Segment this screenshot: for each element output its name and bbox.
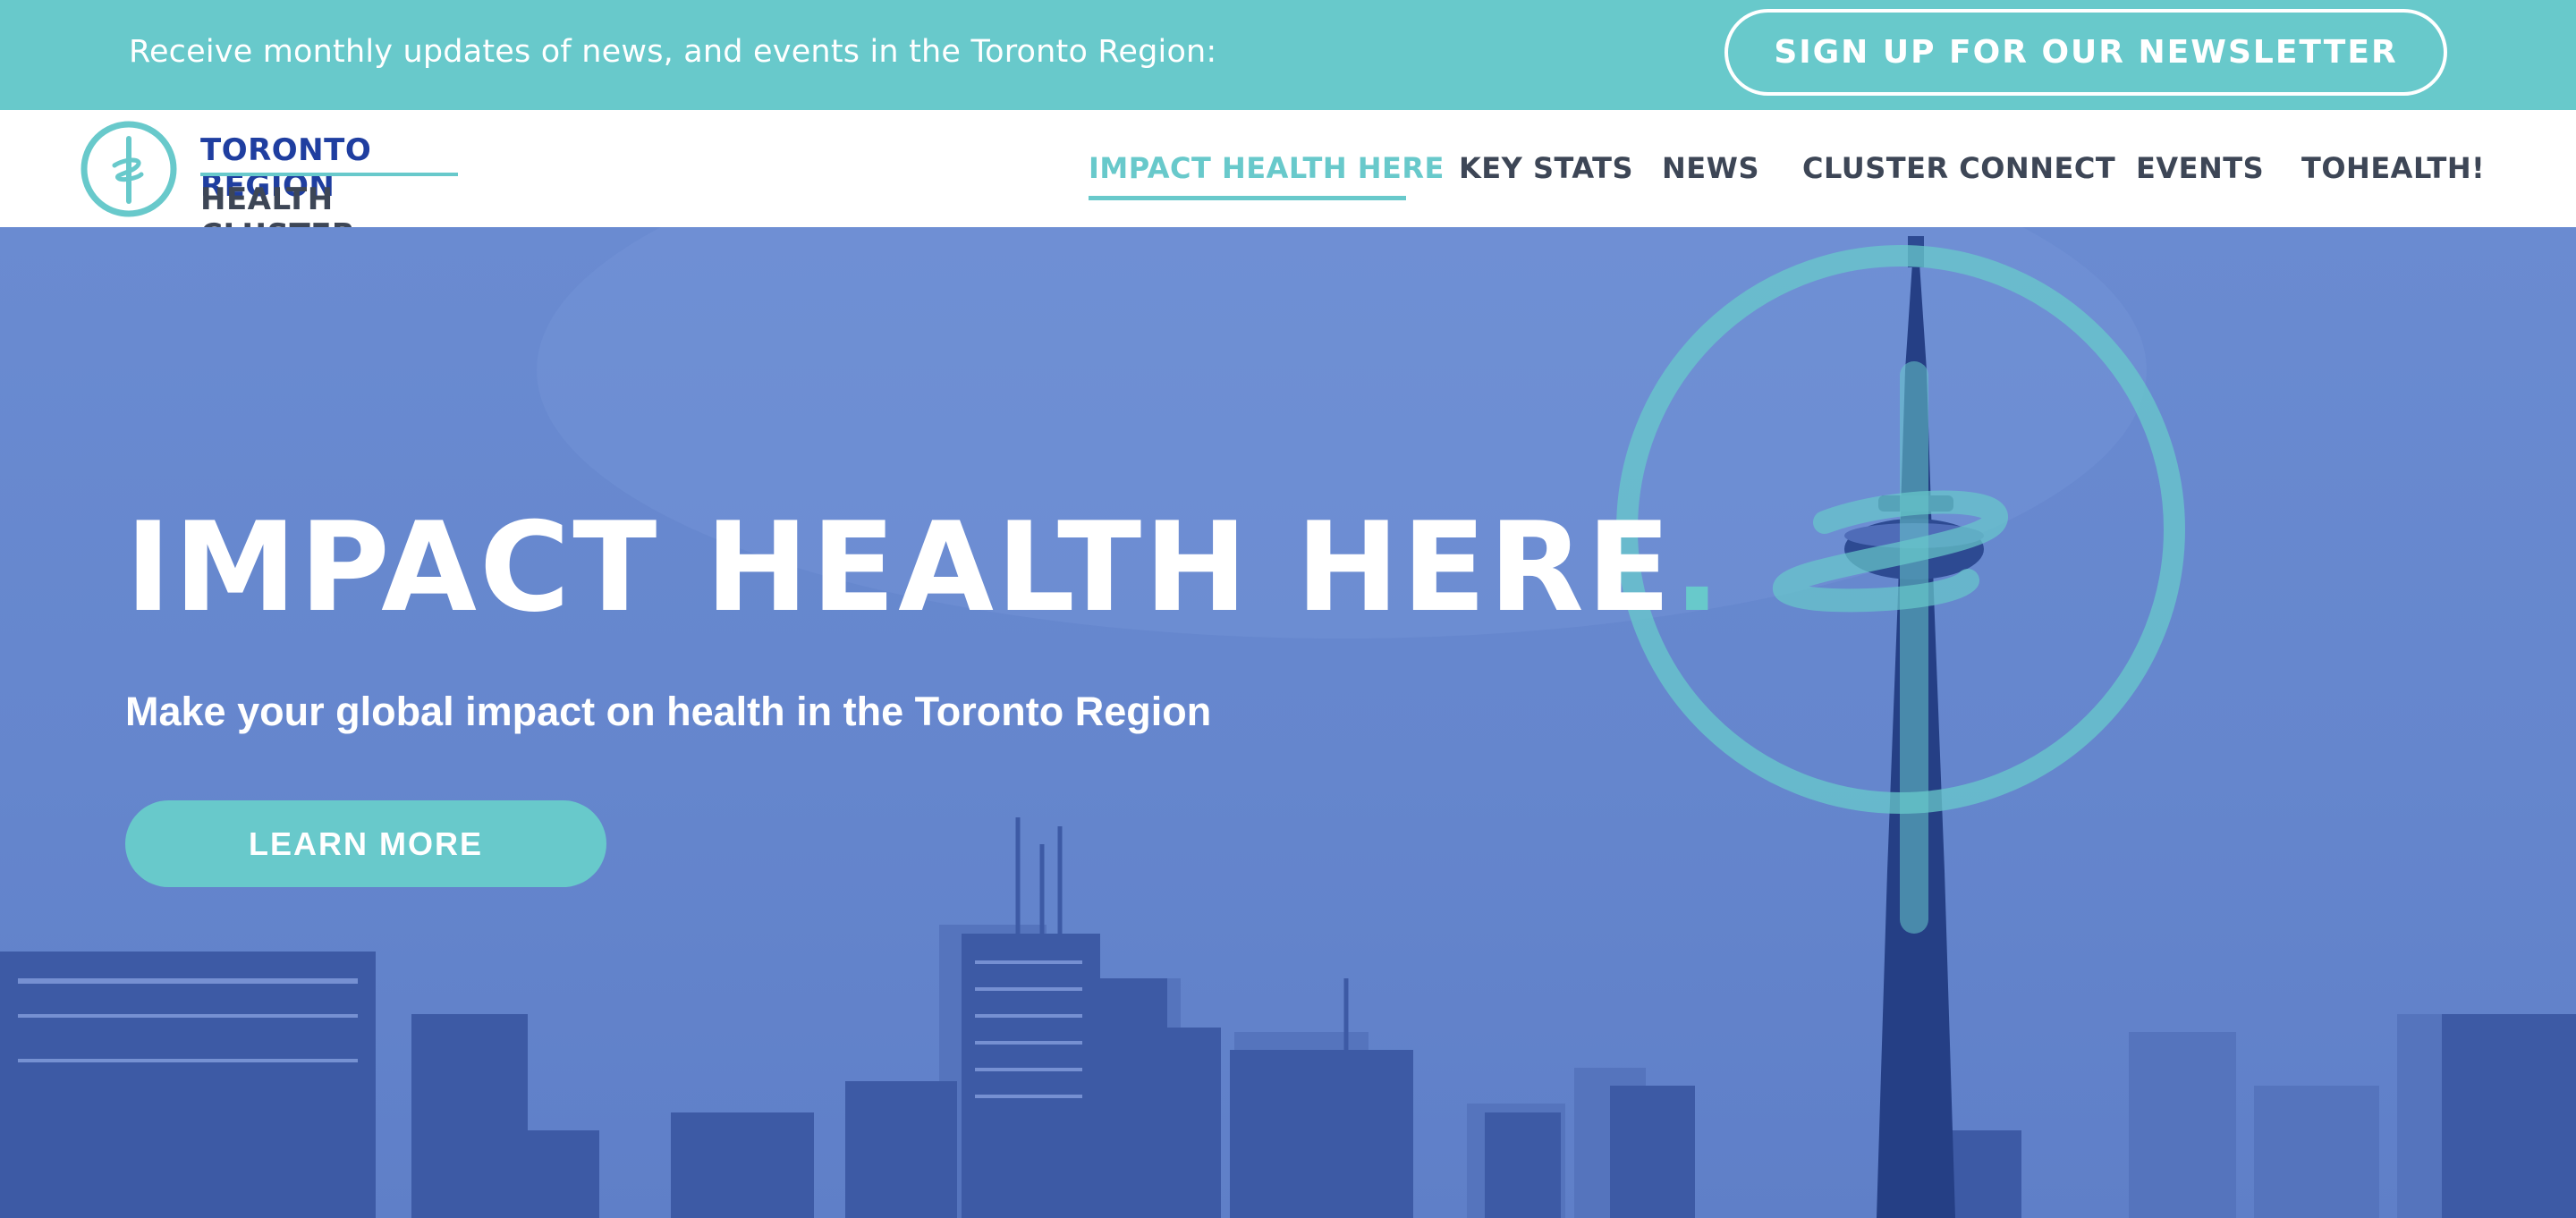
hero-title-dot: . (1674, 495, 1724, 639)
main-navigation: IMPACT HEALTH HERE KEY STATS NEWS CLUSTE… (0, 110, 2576, 227)
hero-section: IMPACT HEALTH HERE. Make your global imp… (0, 227, 2576, 1218)
nav-item-tohealth[interactable]: TOHEALTH! (2301, 151, 2485, 185)
newsletter-signup-button[interactable]: SIGN UP FOR OUR NEWSLETTER (1724, 9, 2447, 96)
learn-more-button[interactable]: LEARN MORE (125, 800, 606, 887)
nav-item-key-stats[interactable]: KEY STATS (1459, 151, 1633, 185)
nav-item-news[interactable]: NEWS (1662, 151, 1759, 185)
newsletter-message: Receive monthly updates of news, and eve… (129, 34, 1217, 70)
nav-item-impact-health-here[interactable]: IMPACT HEALTH HERE (1089, 151, 1445, 185)
newsletter-announcement-bar: Receive monthly updates of news, and eve… (0, 0, 2576, 110)
nav-item-events[interactable]: EVENTS (2136, 151, 2264, 185)
site-header: TORONTO REGION HEALTH CLUSTER IMPACT HEA… (0, 110, 2576, 253)
hero-title-text: IMPACT HEALTH HERE (125, 495, 1674, 639)
active-nav-indicator (1089, 196, 1406, 200)
nav-item-cluster-connect[interactable]: CLUSTER CONNECT (1802, 151, 2115, 185)
hero-subtitle: Make your global impact on health in the… (125, 689, 1212, 734)
hero-title: IMPACT HEALTH HERE. (125, 495, 1723, 639)
